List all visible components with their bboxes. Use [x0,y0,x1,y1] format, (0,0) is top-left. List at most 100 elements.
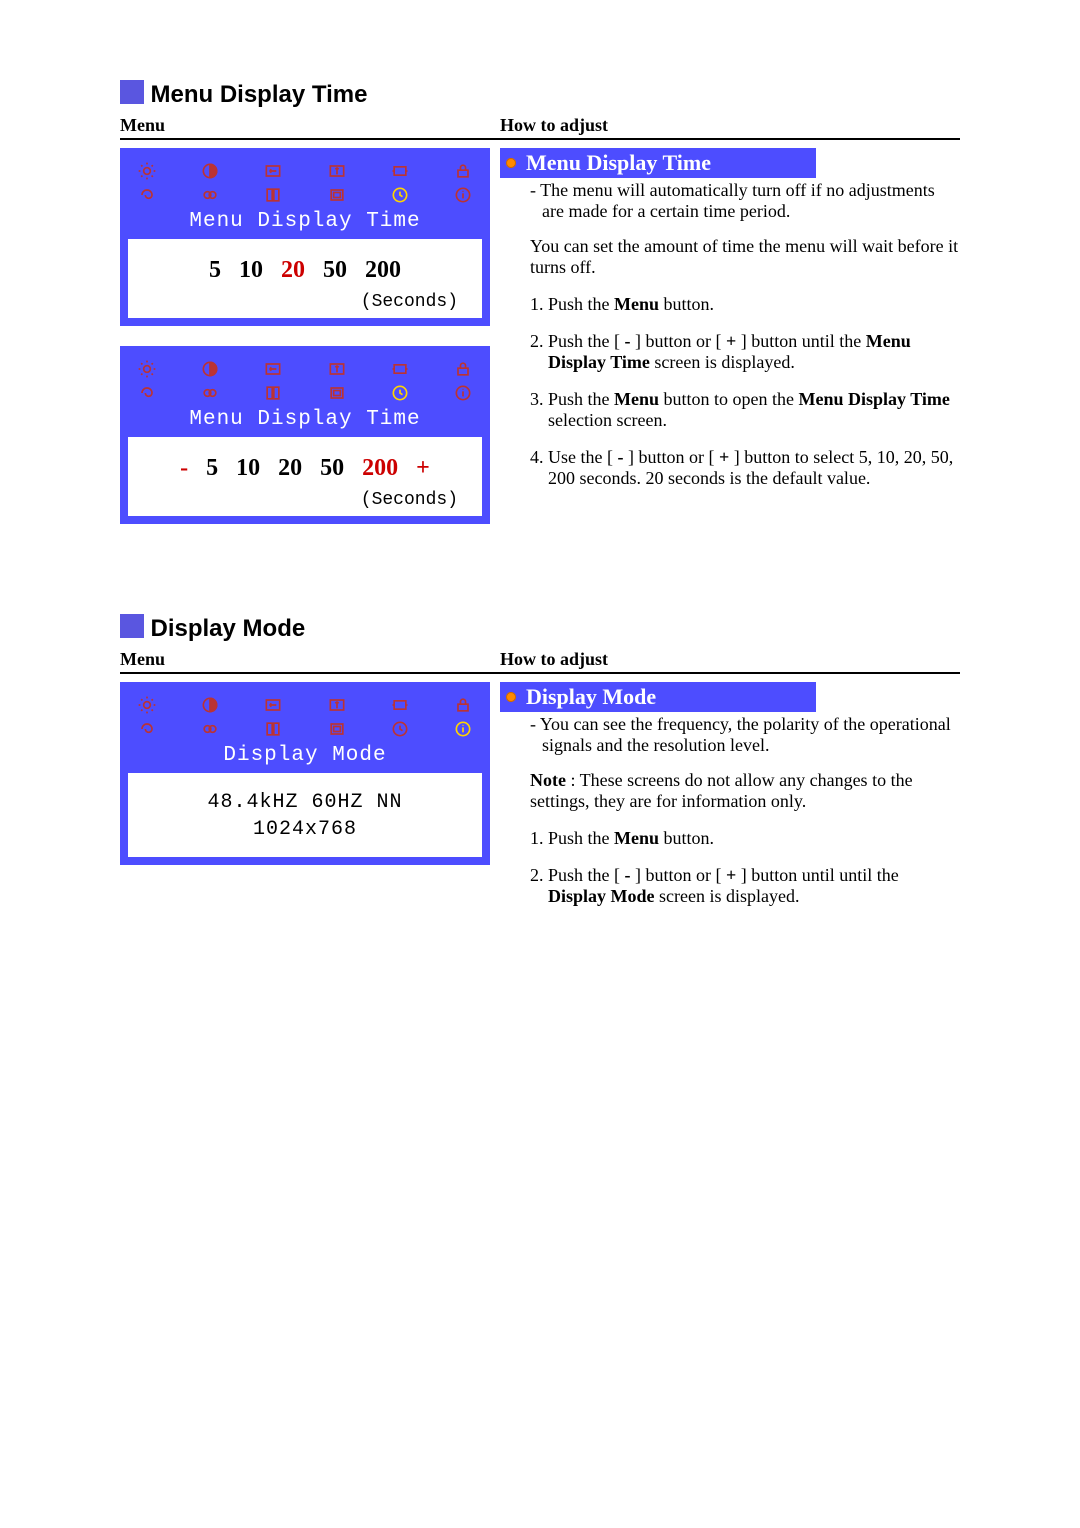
t: Menu Display Time [799,389,950,409]
vpos-icon [326,694,348,716]
hpos-icon [262,694,284,716]
t: ] button until the [736,331,866,351]
t: selection screen. [548,410,667,430]
source-icon [262,382,284,404]
menu-column: Menu Display Time 5 10 20 50 200 (Second… [120,148,500,544]
t: Menu [614,389,659,409]
dash-item: - You can see the frequency, the polarit… [542,714,960,756]
osd-val-4: 200 [365,257,401,283]
size-icon [389,694,411,716]
osd-unit: (Seconds) [138,490,472,510]
step-1: Push the Menu button. [548,294,960,315]
language-icon [326,382,348,404]
osd-val-1: 10 [239,257,263,283]
t: ] button or [ [631,865,726,885]
language-icon [326,184,348,206]
title-block-icon [120,80,144,104]
degauss-icon [136,718,158,740]
t: screen is displayed. [650,352,795,372]
hpos-icon [262,358,284,380]
osd-values: 5 10 20 50 200 [138,257,472,284]
title-block-icon [120,614,144,638]
osd-body: 5 10 20 50 200 (Seconds) [128,239,482,318]
osd-body: 48.4kHZ 60HZ NN 1024x768 [128,773,482,857]
menu-column: Display Mode 48.4kHZ 60HZ NN 1024x768 [120,682,500,885]
right-heading-text: Menu Display Time [526,150,711,176]
right-heading: Menu Display Time [500,148,816,178]
degauss-icon [136,382,158,404]
step-2: Push the [ - ] button or [ + ] button un… [548,865,960,907]
t: Menu [614,828,659,848]
t: button to open the [659,389,798,409]
step-3: Push the Menu button to open the Menu Di… [548,389,960,431]
dash-item: - The menu will automatically turn off i… [542,180,960,222]
col-header-adjust: How to adjust [500,115,960,136]
color-icon [199,382,221,404]
contrast-icon [199,160,221,182]
osd-line1: 48.4kHZ 60HZ NN [138,791,472,814]
section-title-wrap: Display Mode [120,614,960,643]
t: Push the [548,828,614,848]
t: Display Mode [548,886,655,906]
brightness-icon [136,358,158,380]
osd-val-2: 20 [278,455,302,481]
vpos-icon [326,160,348,182]
osd-val-2: 20 [281,257,305,283]
size-icon [389,358,411,380]
menu-time-icon [389,382,411,404]
lock-icon [452,160,474,182]
contrast-icon [199,358,221,380]
hpos-icon [262,160,284,182]
bullet-dot-icon [506,158,516,168]
osd-plus: + [416,455,430,481]
osd-val-0: 5 [206,455,218,481]
info-icon [452,718,474,740]
lock-icon [452,358,474,380]
brightness-icon [136,160,158,182]
language-icon [326,718,348,740]
color-icon [199,718,221,740]
osd-line2: 1024x768 [138,818,472,841]
osd-icons [128,156,482,206]
t: Menu [614,294,659,314]
t: + [726,865,736,885]
info-icon [452,184,474,206]
t: Push the [ [548,331,625,351]
t: + [726,331,736,351]
steps-list: Push the Menu button. Push the [ - ] but… [548,828,960,907]
info-icon [452,382,474,404]
source-icon [262,718,284,740]
desc-para: You can set the amount of time the menu … [530,236,960,278]
osd-values: - 5 10 20 50 200 + [138,455,472,482]
osd-unit: (Seconds) [138,292,472,312]
dash-text: You can see the frequency, the polarity … [540,714,951,755]
contrast-icon [199,694,221,716]
t: button. [659,828,714,848]
size-icon [389,160,411,182]
t: button. [659,294,714,314]
col-header-adjust: How to adjust [500,649,960,670]
dash-text: The menu will automatically turn off if … [540,180,935,221]
column-headers: Menu How to adjust [120,649,960,674]
osd-panel-displaymode: Display Mode 48.4kHZ 60HZ NN 1024x768 [120,682,490,865]
howto-column: Display Mode - You can see the frequency… [500,682,960,923]
osd-val-4: 200 [362,455,398,481]
t: Push the [548,389,614,409]
osd-val-3: 50 [320,455,344,481]
t: screen is displayed. [655,886,800,906]
column-headers: Menu How to adjust [120,115,960,140]
lock-icon [452,694,474,716]
osd-icons [128,354,482,404]
menu-time-icon [389,184,411,206]
osd-title: Menu Display Time [128,406,482,437]
source-icon [262,184,284,206]
vpos-icon [326,358,348,380]
note-text: : These screens do not allow any changes… [530,770,913,811]
t: Use the [ [548,447,617,467]
t: ] button or [ [631,331,726,351]
note-label: Note [530,770,566,790]
t: Push the [ [548,865,625,885]
menu-time-icon [389,718,411,740]
step-1: Push the Menu button. [548,828,960,849]
right-heading-text: Display Mode [526,684,656,710]
